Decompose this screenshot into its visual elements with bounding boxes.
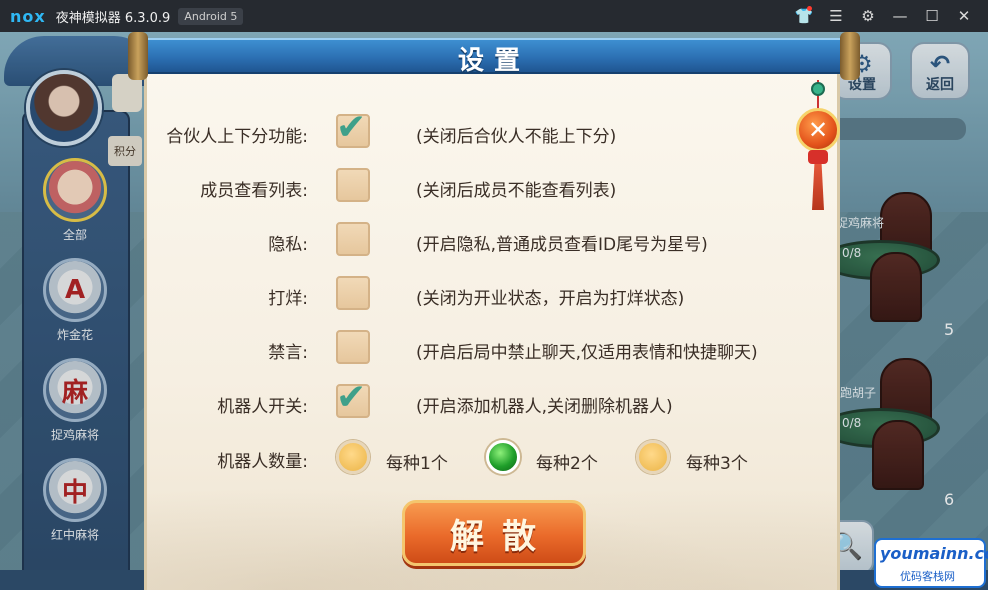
watermark-sub-text: 优码客栈网 [900, 570, 955, 583]
nox-logo: nox [10, 6, 46, 26]
emulator-titlebar: nox 夜神模拟器 6.3.0.9 Android 5 👕 ☰ ⚙ — ☐ ✕ [0, 0, 988, 32]
privacy-checkbox[interactable] [336, 222, 370, 256]
check-icon: ✔ [336, 107, 367, 148]
partner-credit-desc: (关闭后合伙人不能上下分) [416, 127, 617, 147]
check-icon: ✔ [336, 377, 367, 418]
close-icon[interactable]: ✕ [948, 0, 980, 32]
window-controls: 👕 ☰ ⚙ — ☐ ✕ [788, 0, 980, 32]
dialog-close-button[interactable]: ✕ [796, 108, 840, 152]
minimize-icon[interactable]: — [884, 0, 916, 32]
tassel-bead [811, 82, 825, 96]
closed-desc: (关闭为开业状态，开启为打烊状态) [416, 289, 685, 309]
gear-icon[interactable]: ⚙ [852, 0, 884, 32]
tassel-knot [808, 150, 828, 164]
robot-switch-desc: (开启添加机器人,关闭删除机器人) [416, 397, 673, 417]
robot-switch-label: 机器人开关: [217, 397, 308, 417]
robot-switch-checkbox[interactable]: ✔ [336, 380, 370, 418]
watermark-main-text: youmainn.com [880, 544, 988, 563]
privacy-label: 隐私: [268, 235, 308, 255]
closed-checkbox[interactable] [336, 276, 370, 310]
partner-credit-checkbox[interactable]: ✔ [336, 110, 370, 148]
dialog-title: 设置 [457, 46, 530, 76]
android-version-badge: Android 5 [178, 7, 244, 25]
dissolve-button[interactable]: 解散 [402, 500, 586, 566]
mute-checkbox[interactable] [336, 330, 370, 364]
robot-count-radio-2[interactable] [486, 440, 520, 474]
robot-count-option-3[interactable]: 每种3个 [686, 449, 748, 474]
notification-dot [807, 6, 812, 11]
dialog-title-scroll: 设置 [128, 32, 860, 80]
mute-label: 禁言: [268, 343, 308, 363]
menu-icon[interactable]: ☰ [820, 0, 852, 32]
member-list-desc: (关闭后成员不能查看列表) [416, 181, 617, 201]
member-list-checkbox[interactable] [336, 168, 370, 202]
member-list-label: 成员查看列表: [200, 181, 308, 201]
robot-count-label: 机器人数量: [217, 452, 308, 472]
partner-credit-label: 合伙人上下分功能: [166, 127, 308, 147]
shirt-icon[interactable]: 👕 [788, 0, 820, 32]
watermark-logo: youmainn.com 优码客栈网 [874, 538, 988, 588]
closed-label: 打烊: [268, 289, 308, 309]
robot-count-radio-1[interactable] [336, 440, 370, 474]
app-title: 夜神模拟器 6.3.0.9 [55, 10, 171, 26]
maximize-icon[interactable]: ☐ [916, 0, 948, 32]
robot-count-radio-3[interactable] [636, 440, 670, 474]
mute-desc: (开启后局中禁止聊天,仅适用表情和快捷聊天) [416, 343, 758, 363]
privacy-desc: (开启隐私,普通成员查看ID尾号为星号) [416, 235, 708, 255]
robot-count-option-1[interactable]: 每种1个 [386, 449, 448, 474]
robot-count-option-2[interactable]: 每种2个 [536, 449, 598, 474]
